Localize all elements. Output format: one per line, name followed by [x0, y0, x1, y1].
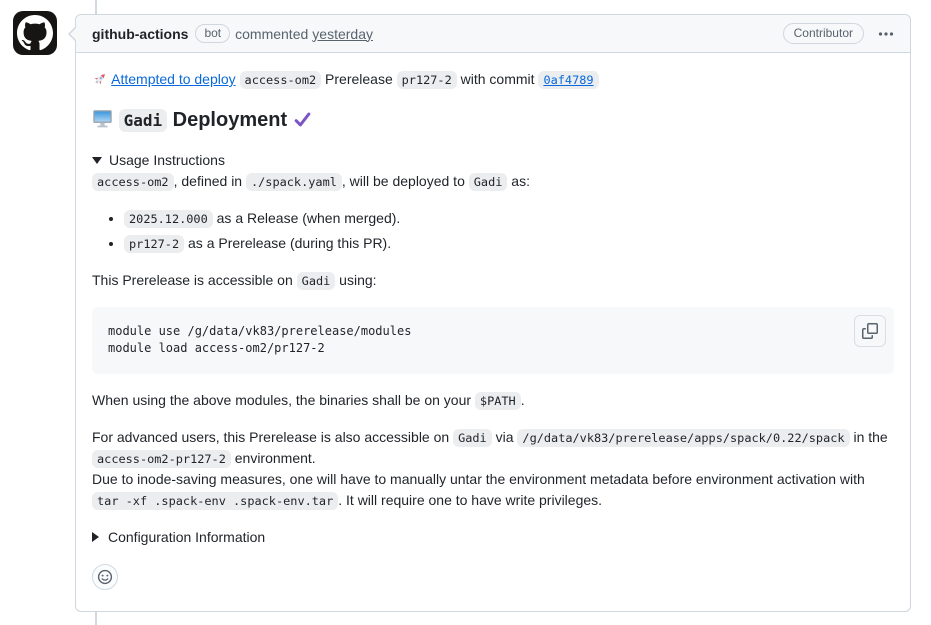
- usage-summary[interactable]: Usage Instructions: [92, 150, 894, 171]
- config-summary-label: Configuration Information: [108, 529, 265, 545]
- deploy-info-text: , defined in: [174, 173, 246, 189]
- list-item-text: as a Release (when merged).: [213, 210, 401, 226]
- inode-text: Due to inode-saving measures, one will h…: [92, 471, 865, 487]
- access-text: This Prerelease is accessible on: [92, 272, 297, 288]
- reaction-row: [92, 564, 894, 590]
- release-version-code: 2025.12.000: [124, 210, 213, 228]
- deploy-info-text: as:: [507, 173, 530, 189]
- bullet-list: 2025.12.000 as a Release (when merged). …: [92, 208, 894, 254]
- env-name-code: access-om2-pr127-2: [92, 450, 231, 468]
- advanced-paragraph: For advanced users, this Prerelease is a…: [92, 427, 894, 511]
- deploy-mid-text: Prerelease: [321, 71, 396, 87]
- package-code: access-om2: [240, 71, 322, 89]
- triangle-right-icon: [92, 532, 99, 542]
- advanced-text: For advanced users, this Prerelease is a…: [92, 429, 453, 445]
- target-code: Gadi: [453, 429, 492, 447]
- commit-link[interactable]: 0af4789: [538, 71, 598, 87]
- check-icon: [293, 106, 312, 134]
- spack-path-code: /g/data/vk83/prerelease/apps/spack/0.22/…: [517, 429, 849, 447]
- prerelease-code: pr127-2: [124, 235, 184, 253]
- path-text: .: [521, 392, 525, 408]
- contributor-badge: Contributor: [783, 23, 864, 44]
- kebab-icon: [878, 26, 894, 42]
- access-text: using:: [335, 272, 376, 288]
- github-logo-icon: [17, 15, 53, 51]
- comment: github-actions bot commented yesterday C…: [75, 14, 911, 612]
- monitor-icon: [92, 106, 113, 134]
- path-text: When using the above modules, the binari…: [92, 392, 475, 408]
- timestamp-link[interactable]: yesterday: [312, 24, 373, 44]
- deploy-link[interactable]: Attempted to deploy: [111, 71, 236, 87]
- target-code: Gadi: [469, 173, 508, 191]
- add-reaction-button[interactable]: [92, 564, 118, 590]
- deploy-line: Attempted to deploy access-om2 Prereleas…: [92, 69, 894, 90]
- config-details: Configuration Information: [92, 527, 894, 548]
- copy-button[interactable]: [854, 315, 886, 347]
- access-paragraph: This Prerelease is accessible on Gadi us…: [92, 270, 894, 291]
- kebab-menu-button[interactable]: [864, 24, 894, 44]
- tar-command-code: tar -xf .spack-env .spack-env.tar: [92, 492, 338, 510]
- smiley-icon: [97, 569, 113, 585]
- code-text: module use /g/data/vk83/prerelease/modul…: [108, 323, 878, 358]
- deploy-info-text: , will be deployed to: [342, 173, 469, 189]
- deployment-heading: Gadi Deployment: [92, 106, 894, 134]
- prerelease-code: pr127-2: [397, 71, 457, 89]
- deploy-commit-text: with commit: [457, 71, 539, 87]
- bot-badge: bot: [195, 24, 230, 43]
- usage-details: Usage Instructions access-om2, defined i…: [92, 150, 894, 511]
- comment-header: github-actions bot commented yesterday C…: [76, 15, 910, 53]
- deploy-info-paragraph: access-om2, defined in ./spack.yaml, wil…: [92, 171, 894, 192]
- list-item: pr127-2 as a Prerelease (during this PR)…: [124, 233, 894, 254]
- list-item: 2025.12.000 as a Release (when merged).: [124, 208, 894, 229]
- usage-details-body: access-om2, defined in ./spack.yaml, wil…: [92, 171, 894, 511]
- inode-text: . It will require one to have write priv…: [338, 492, 602, 508]
- triangle-down-icon: [92, 157, 102, 164]
- advanced-text: via: [492, 429, 518, 445]
- spack-file-code: ./spack.yaml: [246, 173, 342, 191]
- path-code: $PATH: [475, 392, 521, 410]
- heading-title: Deployment: [167, 109, 293, 131]
- config-summary[interactable]: Configuration Information: [92, 527, 894, 548]
- code-block: module use /g/data/vk83/prerelease/modul…: [92, 307, 894, 374]
- target-code: Gadi: [297, 272, 336, 290]
- heading-target-code: Gadi: [119, 109, 168, 132]
- github-actions-avatar[interactable]: [13, 11, 57, 55]
- author-login[interactable]: github-actions: [92, 24, 188, 44]
- advanced-text: environment.: [231, 450, 316, 466]
- path-paragraph: When using the above modules, the binari…: [92, 390, 894, 411]
- commented-text: commented: [235, 24, 308, 44]
- usage-summary-label: Usage Instructions: [109, 152, 225, 168]
- advanced-text: in the: [850, 429, 888, 445]
- copy-icon: [862, 323, 878, 339]
- list-item-text: as a Prerelease (during this PR).: [184, 235, 391, 251]
- package-code: access-om2: [92, 173, 174, 191]
- comment-body: Attempted to deploy access-om2 Prereleas…: [76, 53, 910, 606]
- rocket-icon: [92, 69, 108, 90]
